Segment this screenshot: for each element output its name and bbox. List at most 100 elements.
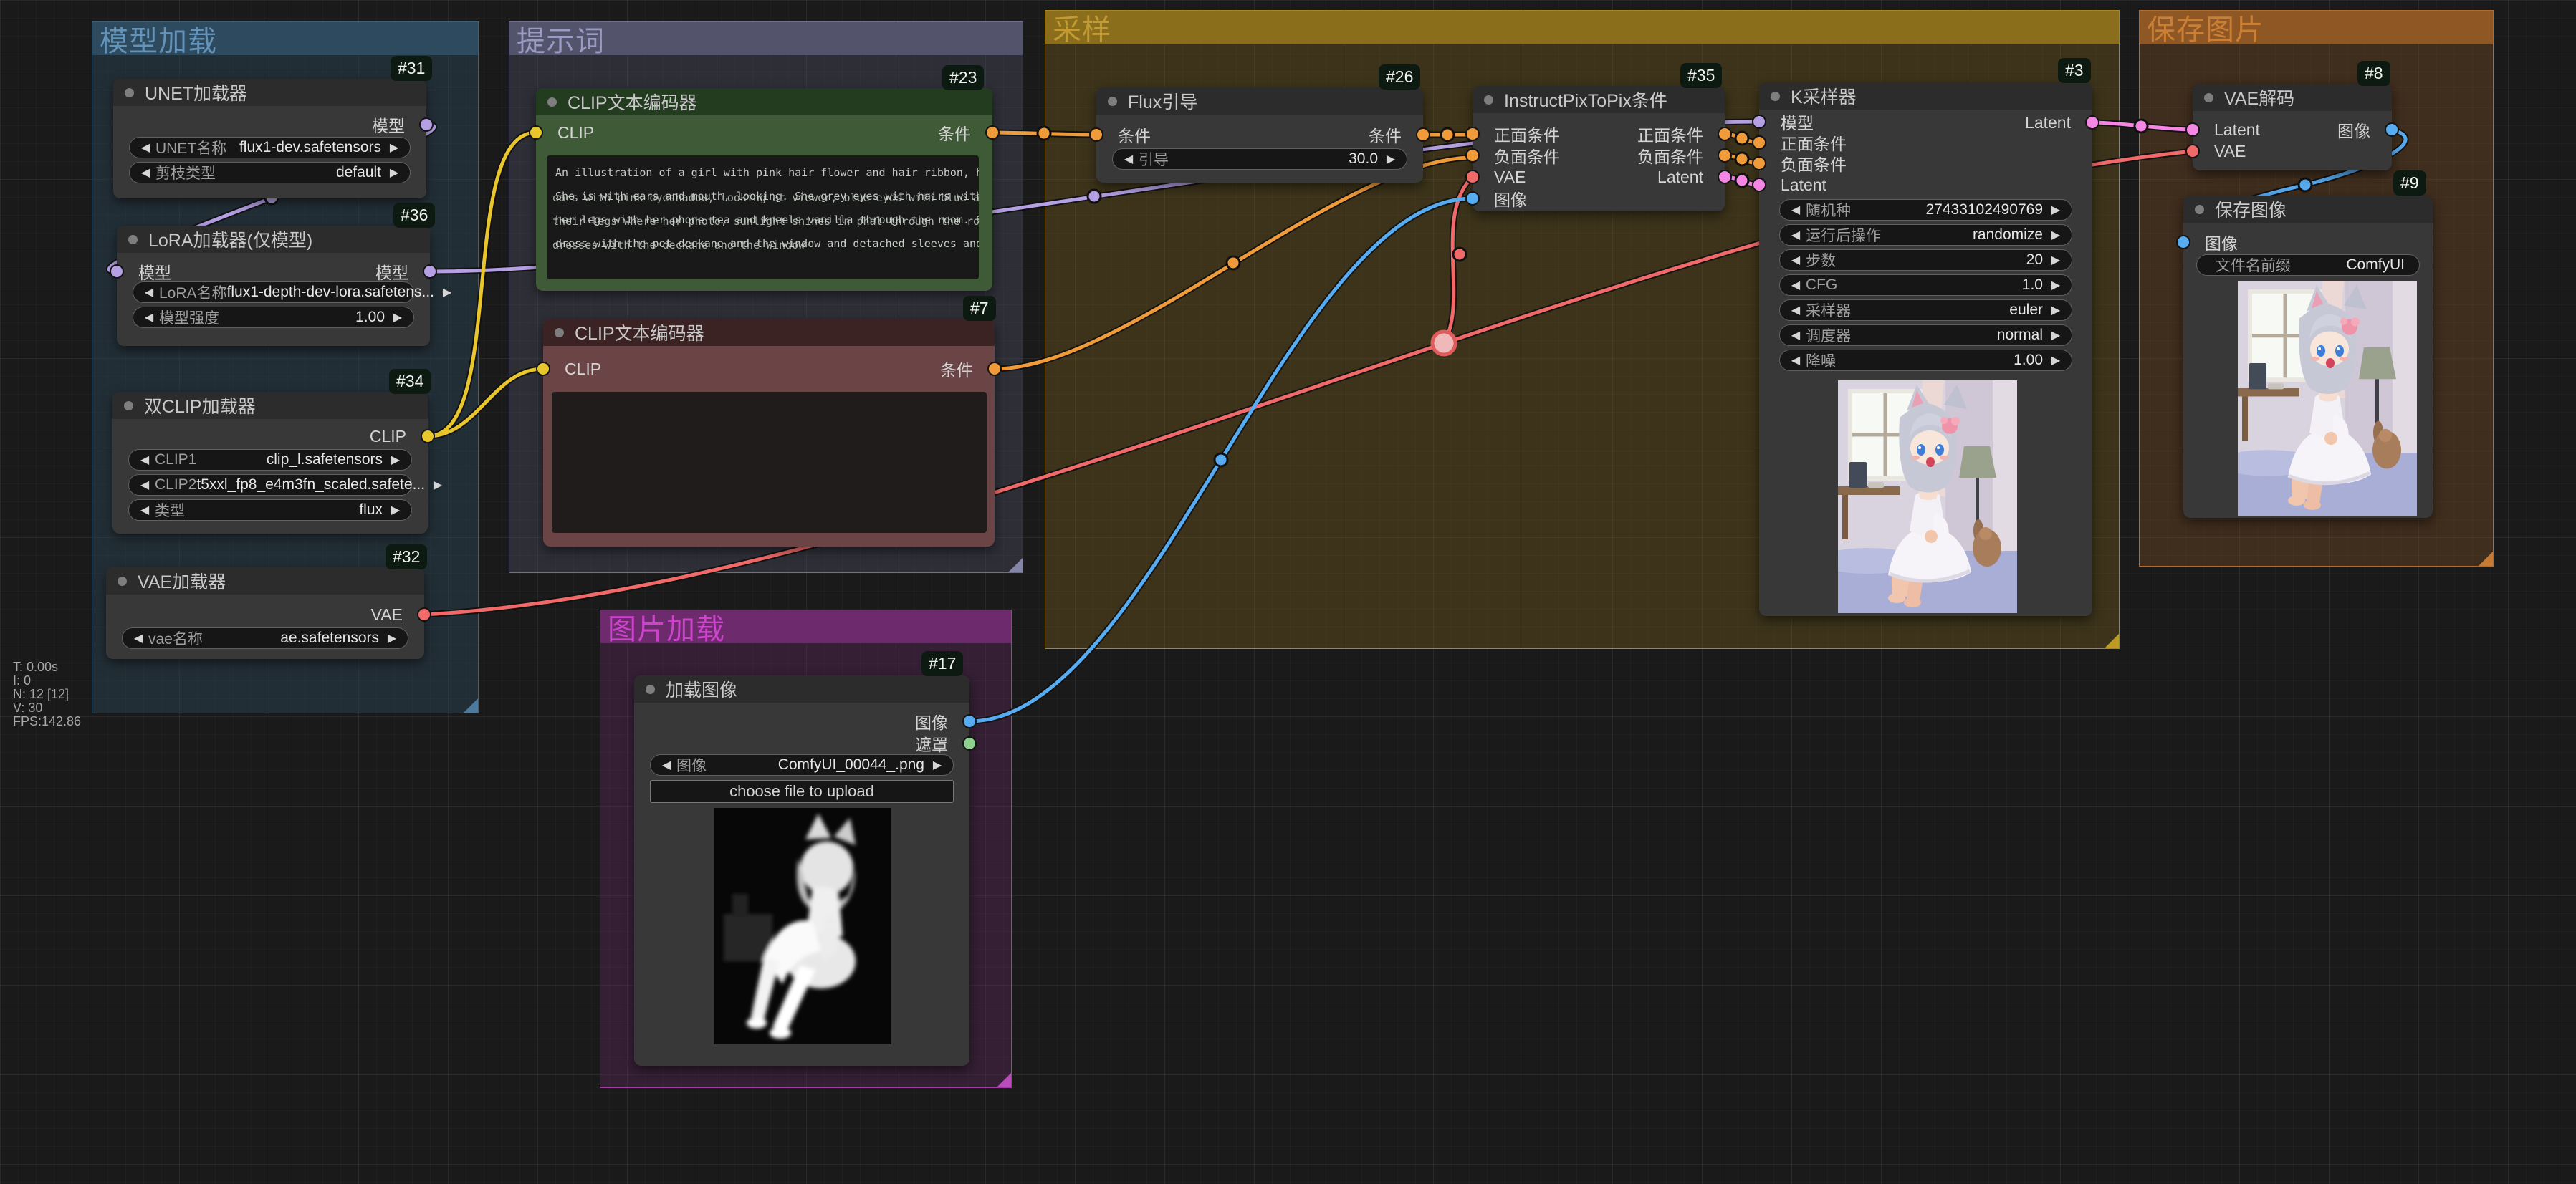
decrement-arrow-icon[interactable] <box>1789 353 1803 367</box>
node-instructpix2pix-conditioning[interactable]: InstructPixToPix条件 正面条件 负面条件 VAE 图像 正面条件… <box>1473 86 1725 211</box>
widget-clip2[interactable]: CLIP2 t5xxl_fp8_e4m3fn_scaled.safete... <box>128 474 412 496</box>
increment-arrow-icon[interactable] <box>1384 152 1398 166</box>
decrement-arrow-icon[interactable] <box>1121 152 1136 166</box>
node-clip-text-encode-positive[interactable]: CLIP文本编码器 CLIP 条件 An illustration of a g… <box>536 88 992 291</box>
slot-dot-conditioning[interactable] <box>1465 127 1480 141</box>
output-slot-conditioning[interactable]: 条件 <box>1363 126 1423 143</box>
output-slot-image[interactable]: 图像 <box>909 713 969 730</box>
output-slot-latent[interactable]: Latent <box>2019 114 2092 131</box>
increment-arrow-icon[interactable] <box>387 165 401 180</box>
group-prompt-header[interactable]: 提示词 <box>509 22 1023 55</box>
node-title-bar[interactable]: LoRA加载器(仅模型) <box>117 226 430 253</box>
increment-arrow-icon[interactable] <box>431 478 445 492</box>
slot-dot-latent[interactable] <box>2185 122 2200 137</box>
slot-dot-image[interactable] <box>2385 122 2399 137</box>
slot-dot-conditioning[interactable] <box>985 125 1000 140</box>
slot-dot-vae[interactable] <box>1465 170 1480 184</box>
group-resize-handle[interactable] <box>464 698 478 713</box>
slot-dot-conditioning[interactable] <box>1089 127 1103 142</box>
input-slot-clip[interactable]: CLIP <box>543 360 607 377</box>
widget-clip1[interactable]: CLIP1 clip_l.safetensors <box>128 449 412 471</box>
choose-file-button[interactable]: choose file to upload <box>650 780 954 803</box>
input-slot-image[interactable]: 图像 <box>2183 234 2244 251</box>
node-title-bar[interactable]: 保存图像 <box>2183 196 2433 223</box>
node-save-image[interactable]: 保存图像 图像 文件名前缀 ComfyUI <box>2183 196 2433 518</box>
widget-unet-name[interactable]: UNET名称 flux1-dev.safetensors <box>129 137 411 158</box>
prompt-text-area[interactable] <box>552 392 987 533</box>
node-vae-decode[interactable]: VAE解码 Latent VAE 图像 <box>2193 84 2392 170</box>
input-slot-negative[interactable]: 负面条件 <box>1759 155 1852 172</box>
output-slot-positive[interactable]: 正面条件 <box>1632 125 1725 143</box>
output-slot-clip[interactable]: CLIP <box>364 428 428 445</box>
slot-dot-clip[interactable] <box>536 362 550 376</box>
collapse-dot-icon[interactable] <box>547 97 557 107</box>
widget-guidance[interactable]: 引导 30.0 <box>1112 148 1407 170</box>
slot-dot-image[interactable] <box>1465 191 1480 206</box>
slot-dot-latent[interactable] <box>1718 170 1732 184</box>
slot-dot-model[interactable] <box>1752 115 1766 129</box>
node-flux-guidance[interactable]: Flux引导 条件 条件 引导 30.0 <box>1096 87 1423 183</box>
decrement-arrow-icon[interactable] <box>131 631 145 645</box>
widget-steps[interactable]: 步数 20 <box>1779 249 2072 271</box>
node-title-bar[interactable]: 双CLIP加载器 <box>112 392 428 419</box>
widget-filename-prefix[interactable]: 文件名前缀 ComfyUI <box>2196 254 2420 276</box>
node-title-bar[interactable]: K采样器 <box>1759 82 2092 110</box>
node-title-bar[interactable]: 加载图像 <box>634 675 969 703</box>
output-slot-vae[interactable]: VAE <box>365 606 424 623</box>
collapse-dot-icon[interactable] <box>1771 92 1780 101</box>
node-title-bar[interactable]: CLIP文本编码器 <box>543 319 995 346</box>
node-title-bar[interactable]: CLIP文本编码器 <box>536 88 992 115</box>
collapse-dot-icon[interactable] <box>1108 97 1117 106</box>
input-slot-clip[interactable]: CLIP <box>536 124 600 141</box>
input-slot-positive[interactable]: 正面条件 <box>1473 125 1566 143</box>
widget-lora-name[interactable]: LoRA名称 flux1-depth-dev-lora.safetens... <box>133 281 414 303</box>
decrement-arrow-icon[interactable] <box>1789 228 1803 242</box>
increment-arrow-icon[interactable] <box>2049 353 2063 367</box>
slot-dot-conditioning[interactable] <box>987 362 1002 376</box>
node-title-bar[interactable]: InstructPixToPix条件 <box>1473 86 1725 113</box>
group-sampling-header[interactable]: 采样 <box>1045 11 2119 44</box>
collapse-dot-icon[interactable] <box>1484 95 1493 105</box>
slot-dot-vae[interactable] <box>2185 144 2200 158</box>
slot-dot-conditioning[interactable] <box>1752 156 1766 170</box>
group-save-image-header[interactable]: 保存图片 <box>2140 11 2493 44</box>
group-resize-handle[interactable] <box>2479 552 2493 566</box>
decrement-arrow-icon[interactable] <box>1789 303 1803 317</box>
widget-clip-type[interactable]: 类型 flux <box>128 499 412 521</box>
collapse-dot-icon[interactable] <box>125 88 134 97</box>
decrement-arrow-icon[interactable] <box>1789 203 1803 217</box>
input-slot-model[interactable]: 模型 <box>117 263 177 280</box>
slot-dot-image[interactable] <box>2176 235 2190 249</box>
widget-control-after-generate[interactable]: 运行后操作 randomize <box>1779 224 2072 246</box>
increment-arrow-icon[interactable] <box>2049 228 2063 242</box>
widget-cfg[interactable]: CFG 1.0 <box>1779 274 2072 296</box>
slot-dot-model[interactable] <box>110 264 124 279</box>
node-ksampler[interactable]: K采样器 模型 正面条件 负面条件 Latent Latent 随机种 2743… <box>1759 82 2092 616</box>
output-slot-image[interactable]: 图像 <box>2332 121 2392 138</box>
output-slot-mask[interactable]: 遮罩 <box>909 735 969 752</box>
slot-dot-conditioning[interactable] <box>1718 148 1732 163</box>
slot-dot-conditioning[interactable] <box>1718 127 1732 141</box>
slot-dot-conditioning[interactable] <box>1416 127 1430 142</box>
group-model-load-header[interactable]: 模型加载 <box>92 22 478 55</box>
slot-dot-conditioning[interactable] <box>1465 148 1480 163</box>
increment-arrow-icon[interactable] <box>387 140 401 155</box>
node-clip-text-encode-negative[interactable]: CLIP文本编码器 CLIP 条件 <box>543 319 995 547</box>
node-graph-canvas[interactable]: 模型加载 提示词 图片加载 采样 保存图片 <box>0 0 2576 1184</box>
input-slot-vae[interactable]: VAE <box>1473 168 1531 186</box>
decrement-arrow-icon[interactable] <box>1789 328 1803 342</box>
node-dual-clip-loader[interactable]: 双CLIP加载器 CLIP CLIP1 clip_l.safetensors C… <box>112 392 428 534</box>
increment-arrow-icon[interactable] <box>2049 253 2063 267</box>
input-slot-negative[interactable]: 负面条件 <box>1473 147 1566 164</box>
increment-arrow-icon[interactable] <box>2049 303 2063 317</box>
slot-dot-model[interactable] <box>419 117 434 132</box>
input-slot-image[interactable]: 图像 <box>1473 190 1533 207</box>
collapse-dot-icon[interactable] <box>2204 93 2213 102</box>
input-slot-latent[interactable]: Latent <box>2193 121 2266 138</box>
slot-dot-mask[interactable] <box>962 736 977 751</box>
slot-dot-conditioning[interactable] <box>1752 135 1766 150</box>
node-load-image[interactable]: 加载图像 图像 遮罩 图像 ComfyUI_00044_.png choose … <box>634 675 969 1066</box>
widget-vae-name[interactable]: vae名称 ae.safetensors <box>122 627 408 649</box>
prompt-text-area[interactable]: An illustration of a girl with pink hair… <box>547 155 979 279</box>
wire-cond-pos-to-fluxguidance[interactable] <box>992 133 1096 135</box>
